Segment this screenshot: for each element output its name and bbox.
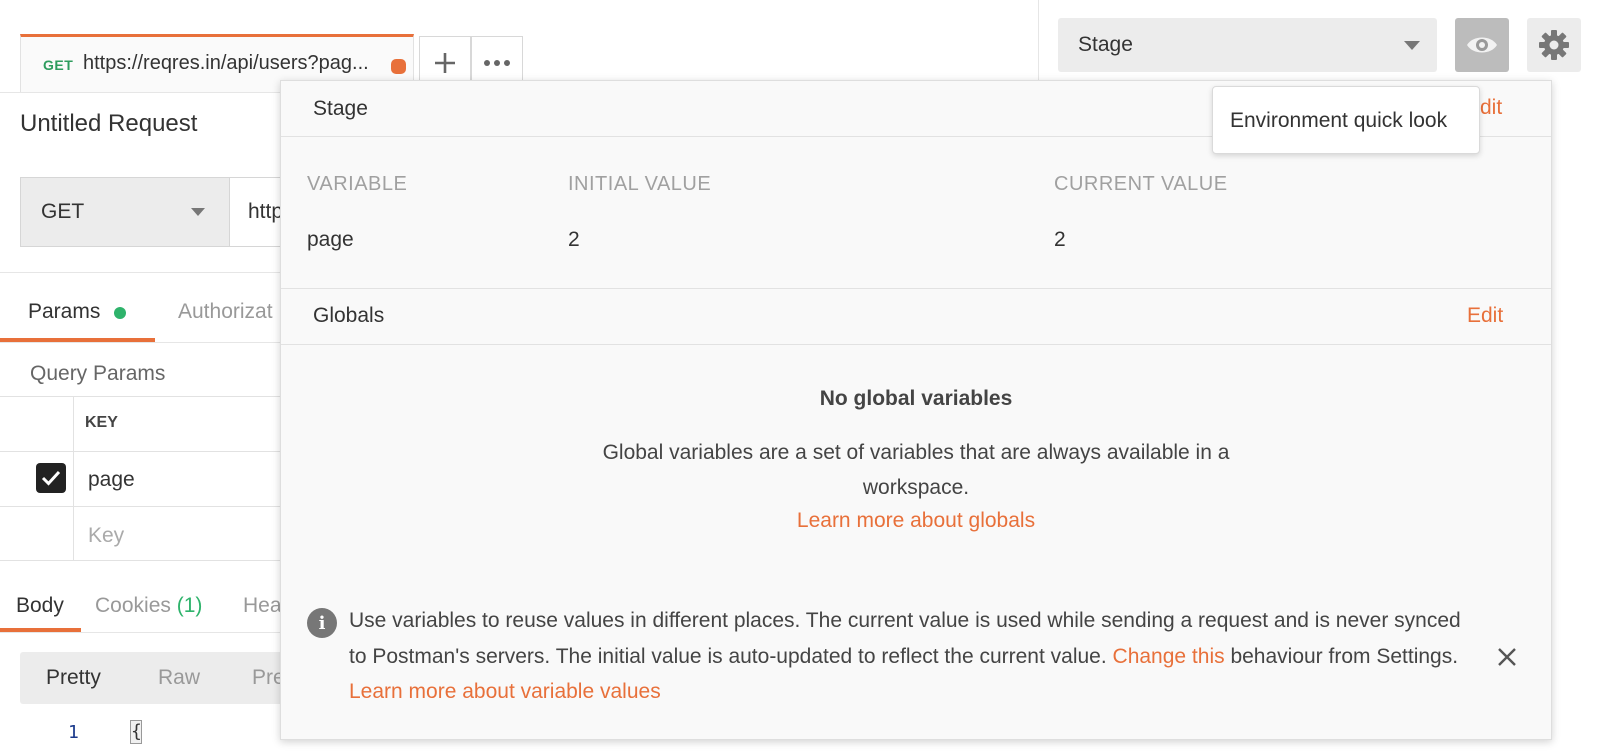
tooltip-text: Environment quick look	[1230, 109, 1448, 132]
environment-quick-look-button[interactable]	[1455, 18, 1509, 72]
param-key-placeholder[interactable]: Key	[88, 524, 124, 548]
method-select-value: GET	[41, 200, 85, 223]
chevron-down-icon	[191, 208, 205, 216]
query-params-title: Query Params	[30, 362, 166, 385]
table-border	[0, 560, 290, 561]
table-border	[0, 396, 290, 397]
tab-headers[interactable]: Hea	[243, 594, 282, 618]
tab-cookies[interactable]: Cookies (1)	[95, 594, 202, 618]
tab-url: https://reqres.in/api/users?pag...	[83, 52, 369, 74]
learn-more-globals-link: Learn more about globals	[281, 509, 1551, 533]
variables-info-message: Use variables to reuse values in differe…	[349, 603, 1469, 710]
learn-more-globals-link-text[interactable]: Learn more about globals	[797, 509, 1035, 532]
table-border	[0, 451, 290, 452]
cookies-count: (1)	[176, 594, 203, 617]
response-format-bar: Pretty Raw Pre	[20, 652, 290, 704]
ellipsis-icon	[484, 60, 510, 66]
checkmark-icon	[41, 470, 61, 486]
variable-column-header: VARIABLE	[307, 173, 408, 195]
code-line: {	[130, 720, 142, 744]
format-pretty[interactable]: Pretty	[46, 666, 101, 690]
tooltip: Environment quick look	[1212, 86, 1480, 154]
divider	[1038, 0, 1039, 92]
divider	[0, 342, 290, 343]
url-input-value: http	[248, 200, 284, 223]
line-number: 1	[68, 722, 79, 743]
divider	[281, 344, 1551, 345]
divider	[281, 288, 1551, 289]
tab-body[interactable]: Body	[16, 594, 64, 618]
variable-initial-cell: 2	[568, 228, 580, 251]
close-icon	[1498, 648, 1516, 666]
method-select[interactable]: GET	[20, 177, 230, 247]
environment-name: Stage	[313, 97, 368, 120]
tab-method: GET	[43, 57, 74, 73]
info-text-part2: behaviour from Settings.	[1224, 644, 1459, 668]
learn-more-variable-values-link[interactable]: Learn more about variable values	[349, 680, 661, 703]
globals-edit-link[interactable]: Edit	[1467, 304, 1503, 328]
tab-authorization[interactable]: Authorizat	[178, 300, 273, 324]
eye-icon	[1467, 37, 1497, 53]
param-key-cell[interactable]: page	[88, 468, 135, 492]
unsaved-indicator	[391, 59, 406, 74]
empty-state-title: No global variables	[819, 387, 1013, 410]
params-active-dot	[114, 307, 126, 319]
table-border	[73, 396, 74, 560]
globals-title: Globals	[313, 304, 385, 327]
variable-current-cell: 2	[1054, 228, 1066, 251]
key-column-header: KEY	[85, 414, 118, 431]
table-border	[0, 506, 290, 507]
tab-cookies-label: Cookies	[95, 594, 171, 617]
manage-environments-button[interactable]	[1527, 18, 1581, 72]
environment-edit-link[interactable]: dit	[1480, 96, 1502, 120]
info-icon: i	[307, 608, 337, 638]
plus-icon	[435, 53, 455, 73]
initial-value-column-header: INITIAL VALUE	[568, 173, 712, 195]
divider	[0, 632, 290, 633]
format-raw[interactable]: Raw	[158, 666, 200, 690]
environment-quick-look-panel: Stage VARIABLE INITIAL VALUE CURRENT VAL…	[280, 80, 1552, 740]
empty-state-description: Global variables are a set of variables …	[602, 441, 1230, 499]
tab-params[interactable]: Params	[28, 300, 100, 324]
request-title[interactable]: Untitled Request	[20, 110, 197, 138]
environment-select[interactable]: Stage	[1058, 18, 1437, 72]
dismiss-info-button[interactable]	[1493, 643, 1521, 671]
change-this-link[interactable]: Change this	[1113, 645, 1225, 668]
param-enabled-checkbox[interactable]	[36, 463, 66, 493]
variable-name-cell: page	[307, 228, 354, 251]
current-value-column-header: CURRENT VALUE	[1054, 173, 1228, 195]
chevron-down-icon	[1404, 41, 1420, 50]
environment-select-value: Stage	[1078, 33, 1133, 56]
gear-icon	[1539, 30, 1569, 60]
divider	[0, 272, 290, 273]
